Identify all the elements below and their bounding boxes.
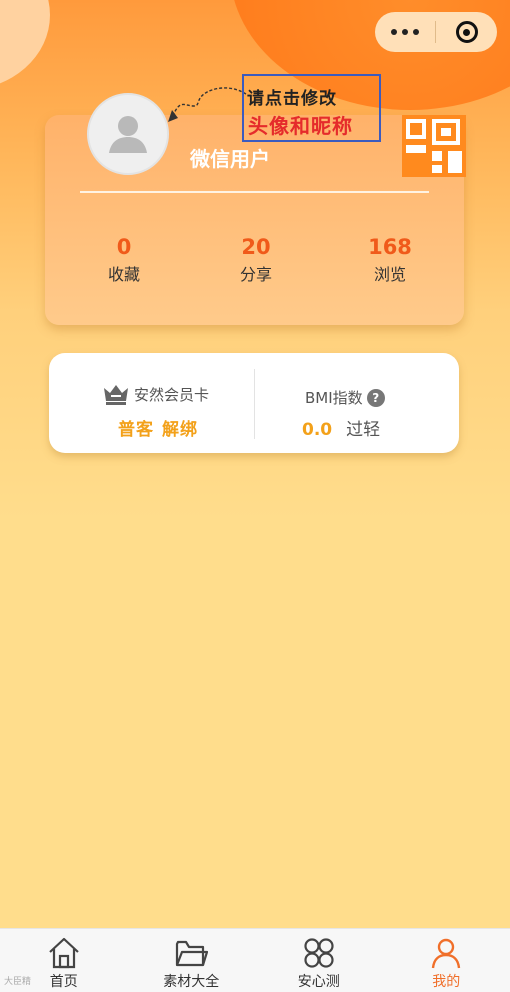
dot-icon [413,29,419,35]
more-menu-button[interactable] [375,29,435,35]
bmi-title-label: BMI指数 [305,389,363,407]
membership-section[interactable]: 安然会员卡 普客 解绑 [49,353,254,453]
decorative-blob-left [0,0,50,90]
bmi-status: 过轻 [346,420,381,440]
close-miniprogram-button[interactable] [436,21,497,43]
profile-divider [80,191,429,193]
stats-row: 0 收藏 20 分享 168 浏览 [45,235,464,285]
annotation-line-2: 头像和昵称 [248,114,353,138]
target-icon [455,21,478,43]
watermark: 大臣精 [4,977,32,987]
crown-icon [104,385,128,405]
avatar[interactable] [87,93,169,175]
tab-bar: 首页 素材大全 安心测 我的 [0,928,510,992]
home-icon [49,937,79,969]
stat-favorites[interactable]: 0 收藏 [56,235,192,285]
bmi-title: BMI指数 ? [305,387,385,408]
unbind-link[interactable]: 解绑 [162,420,198,440]
miniprogram-capsule [375,12,497,52]
bmi-value-row: 0.0 过轻 [302,415,380,440]
stat-views[interactable]: 168 浏览 [320,235,460,285]
user-icon [432,938,461,969]
tab-test[interactable]: 安心测 [255,929,383,992]
nickname[interactable]: 微信用户 [190,143,270,172]
grid-icon [304,938,334,968]
dot-icon [402,29,408,35]
default-avatar-icon [109,116,147,153]
qr-code-icon[interactable] [402,115,466,177]
membership-title: 安然会员卡 [103,383,209,405]
dot-icon [391,29,397,35]
member-card: 安然会员卡 普客 解绑 BMI指数 ? 0.0 过轻 [49,353,459,453]
help-icon[interactable]: ? [366,388,385,407]
tab-label: 安心测 [297,974,340,990]
stat-shares[interactable]: 20 分享 [186,235,326,285]
tab-mine[interactable]: 我的 [383,929,510,992]
stat-label: 浏览 [373,265,406,284]
membership-title-label: 安然会员卡 [134,385,210,404]
annotation-arrow-icon [168,87,247,122]
tab-materials[interactable]: 素材大全 [128,929,256,992]
tab-label: 我的 [432,974,461,990]
folder-icon [176,940,209,967]
stat-value: 20 [241,235,271,259]
stat-label: 收藏 [107,265,140,284]
profile-card: 微信用户 0 收藏 20 分享 168 浏览 [45,93,466,325]
membership-status: 普客 解绑 [118,415,198,440]
tab-label: 素材大全 [163,974,220,990]
bmi-section[interactable]: BMI指数 ? 0.0 过轻 [255,353,459,453]
stat-label: 分享 [239,265,272,284]
stat-value: 168 [368,235,412,259]
membership-level: 普客 [118,420,154,440]
bmi-value: 0.0 [302,420,333,440]
annotation-line-1: 请点击修改 [247,89,337,109]
stat-value: 0 [116,235,132,259]
tab-label: 首页 [49,974,78,990]
